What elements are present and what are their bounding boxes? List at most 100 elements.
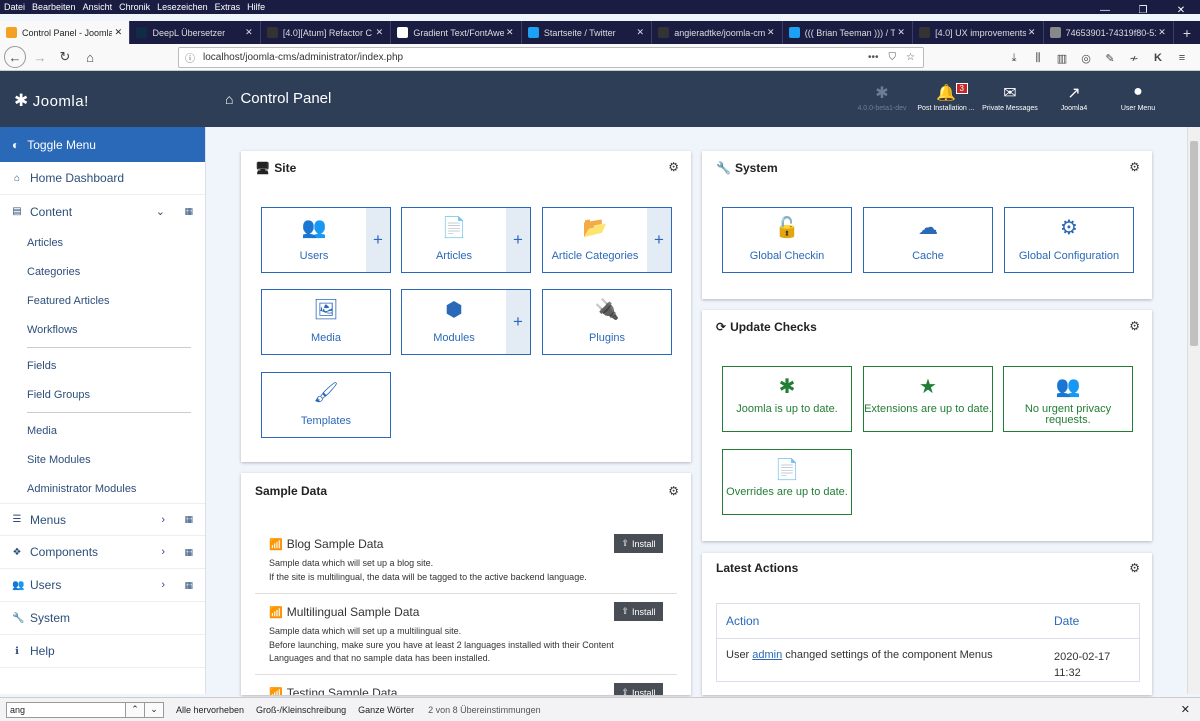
sidebar-subitem[interactable]: Administrator Modules bbox=[0, 474, 205, 503]
close-tab-icon[interactable]: ✕ bbox=[504, 27, 516, 38]
info-icon[interactable]: ⓘ bbox=[185, 50, 195, 65]
hamburger-menu-icon[interactable]: ≡ bbox=[1170, 48, 1194, 68]
dashboard-grid-icon[interactable]: ▦ bbox=[184, 514, 193, 525]
install-button[interactable]: ⇪ Install bbox=[614, 534, 663, 553]
quickicon-extensions-are-up-to-date[interactable]: ★ Extensions are up to date. bbox=[863, 366, 993, 432]
install-button[interactable]: ⇪ Install bbox=[614, 683, 663, 695]
k-extension-icon[interactable]: K bbox=[1146, 48, 1170, 68]
reload-icon[interactable]: ↻ bbox=[54, 46, 76, 68]
sidebar-item-system[interactable]: 🔧 System bbox=[0, 602, 205, 635]
toggle-menu-button[interactable]: ◐ Toggle Menu bbox=[0, 127, 205, 162]
close-tab-icon[interactable]: ✕ bbox=[112, 27, 124, 38]
chevron-down-icon[interactable]: ⌄ bbox=[156, 205, 165, 218]
gear-icon[interactable]: ⚙ bbox=[668, 484, 679, 498]
page-scrollbar[interactable] bbox=[1187, 127, 1200, 694]
find-next-button[interactable]: ⌄ bbox=[145, 701, 164, 718]
restore-button[interactable]: ❐ bbox=[1124, 0, 1162, 21]
quickicon-templates[interactable]: 🖌 Templates bbox=[261, 372, 391, 438]
quickicon-plugins[interactable]: 🔌 Plugins bbox=[542, 289, 672, 355]
header-tool-user[interactable]: ● User Menu bbox=[1106, 83, 1170, 112]
header-tool-envelope[interactable]: ✉ Private Messages bbox=[978, 83, 1042, 112]
bookmark-star-icon[interactable]: ☆ bbox=[906, 52, 915, 63]
add-icon[interactable]: + bbox=[366, 208, 390, 272]
quickicon-article-categories[interactable]: 📂 Article Categories + bbox=[542, 207, 672, 273]
chevron-right-icon[interactable]: › bbox=[161, 514, 165, 526]
sidebar-item-content[interactable]: ▤ Content ⌄ ▦ bbox=[0, 195, 205, 228]
gear-icon[interactable]: ⚙ bbox=[668, 160, 679, 174]
quickicon-global-configuration[interactable]: ⚙ Global Configuration bbox=[1004, 207, 1134, 273]
page-actions-icon[interactable]: ••• bbox=[868, 52, 879, 63]
find-previous-button[interactable]: ⌃ bbox=[126, 701, 145, 718]
close-window-button[interactable]: ✕ bbox=[1162, 0, 1200, 21]
dashboard-grid-icon[interactable]: ▦ bbox=[184, 547, 193, 558]
sidebar-subitem[interactable]: Workflows bbox=[0, 315, 205, 344]
scrollbar-thumb[interactable] bbox=[1190, 141, 1198, 346]
highlight-all-option[interactable]: Alle hervorheben bbox=[176, 705, 244, 715]
match-case-option[interactable]: Groß-/Kleinschreibung bbox=[256, 705, 346, 715]
browser-tab[interactable]: Startseite / Twitter ✕ bbox=[522, 21, 653, 44]
add-icon[interactable]: + bbox=[506, 208, 530, 272]
browser-tab[interactable]: angieradtke/joomla-cm ✕ bbox=[652, 21, 783, 44]
add-icon[interactable]: + bbox=[506, 290, 530, 354]
sidebar-subitem[interactable]: Site Modules bbox=[0, 445, 205, 474]
browser-tab[interactable]: DeepL Übersetzer ✕ bbox=[130, 21, 261, 44]
new-tab-button[interactable]: + bbox=[1174, 21, 1200, 44]
sidebar-item-menus[interactable]: ☰ Menus › ▦ bbox=[0, 503, 205, 536]
column-header-action[interactable]: Action bbox=[717, 614, 1054, 628]
header-tool-bell[interactable]: 🔔 Post Installation ... 3 bbox=[914, 83, 978, 112]
dashboard-grid-icon[interactable]: ▦ bbox=[184, 580, 193, 591]
menu-history[interactable]: Chronik bbox=[119, 2, 150, 12]
menu-help[interactable]: Hilfe bbox=[247, 2, 265, 12]
joomla-logo[interactable]: ✱ Joomla! bbox=[14, 91, 89, 111]
column-header-date[interactable]: Date bbox=[1054, 614, 1079, 628]
menu-edit[interactable]: Bearbeiten bbox=[32, 2, 76, 12]
pen-icon[interactable]: ✎ bbox=[1098, 48, 1122, 68]
quickicon-global-checkin[interactable]: 🔓 Global Checkin bbox=[722, 207, 852, 273]
chevron-right-icon[interactable]: › bbox=[161, 546, 165, 558]
menu-file[interactable]: Datei bbox=[4, 2, 25, 12]
home-icon[interactable]: ⌂ bbox=[79, 46, 101, 68]
dashboard-grid-icon[interactable]: ▦ bbox=[184, 206, 193, 217]
find-input[interactable]: ang bbox=[6, 701, 126, 718]
sidebar-subitem[interactable]: Field Groups bbox=[0, 380, 205, 409]
close-tab-icon[interactable]: ✕ bbox=[895, 27, 907, 38]
menu-bookmarks[interactable]: Lesezeichen bbox=[157, 2, 208, 12]
sidebar-item-users[interactable]: 👥 Users › ▦ bbox=[0, 569, 205, 602]
sidebar-subitem[interactable]: Featured Articles bbox=[0, 286, 205, 315]
menu-tools[interactable]: Extras bbox=[215, 2, 241, 12]
browser-tab[interactable]: ((( Brian Teeman ))) / T ✕ bbox=[783, 21, 914, 44]
gear-icon[interactable]: ⚙ bbox=[1129, 561, 1140, 575]
close-tab-icon[interactable]: ✕ bbox=[1026, 27, 1038, 38]
gear-icon[interactable]: ⚙ bbox=[1129, 319, 1140, 333]
sidebar-item-home-dashboard[interactable]: ⌂ Home Dashboard bbox=[0, 162, 205, 195]
close-tab-icon[interactable]: ✕ bbox=[1156, 27, 1168, 38]
user-link[interactable]: admin bbox=[752, 649, 782, 661]
close-tab-icon[interactable]: ✕ bbox=[634, 27, 646, 38]
close-tab-icon[interactable]: ✕ bbox=[373, 27, 385, 38]
sidebar-subitem[interactable]: Fields bbox=[0, 351, 205, 380]
quickicon-users[interactable]: 👥 Users + bbox=[261, 207, 391, 273]
install-button[interactable]: ⇪ Install bbox=[614, 602, 663, 621]
quickicon-articles[interactable]: 📄 Articles + bbox=[401, 207, 531, 273]
quickicon-modules[interactable]: ⬢ Modules + bbox=[401, 289, 531, 355]
quickicon-joomla-is-up-to-date[interactable]: ✱ Joomla is up to date. bbox=[722, 366, 852, 432]
download-icon[interactable]: ⤓ bbox=[1002, 48, 1026, 68]
browser-tab[interactable]: 74653901-74319f80-5189-1✕ bbox=[1044, 21, 1175, 44]
sidebar-subitem[interactable]: Categories bbox=[0, 257, 205, 286]
menu-view[interactable]: Ansicht bbox=[83, 2, 113, 12]
browser-tab[interactable]: [4.0][Atum] Refactor C ✕ bbox=[261, 21, 392, 44]
sidebar-item-components[interactable]: ❖ Components › ▦ bbox=[0, 536, 205, 569]
quickicon-cache[interactable]: ☁ Cache bbox=[863, 207, 993, 273]
close-tab-icon[interactable]: ✕ bbox=[243, 27, 255, 38]
quickicon-no-urgent-privacy-requests[interactable]: 👥 No urgent privacy requests. bbox=[1003, 366, 1133, 432]
browser-tab[interactable]: Gradient Text/FontAwe ✕ bbox=[391, 21, 522, 44]
forward-arrow-icon[interactable]: → bbox=[29, 46, 51, 68]
quickicon-overrides-are-up-to-date[interactable]: 📄 Overrides are up to date. bbox=[722, 449, 852, 515]
close-tab-icon[interactable]: ✕ bbox=[765, 27, 777, 38]
url-bar[interactable]: ⓘ localhost/joomla-cms/administrator/ind… bbox=[178, 47, 924, 68]
pocket-icon[interactable]: ⛉ bbox=[889, 52, 897, 63]
minimize-button[interactable]: — bbox=[1086, 0, 1124, 21]
library-icon[interactable]: ⫼ bbox=[1026, 48, 1050, 68]
browser-tab[interactable]: [4.0] UX improvements ✕ bbox=[913, 21, 1044, 44]
header-tool-external-link[interactable]: ↗ Joomla4 bbox=[1042, 83, 1106, 112]
